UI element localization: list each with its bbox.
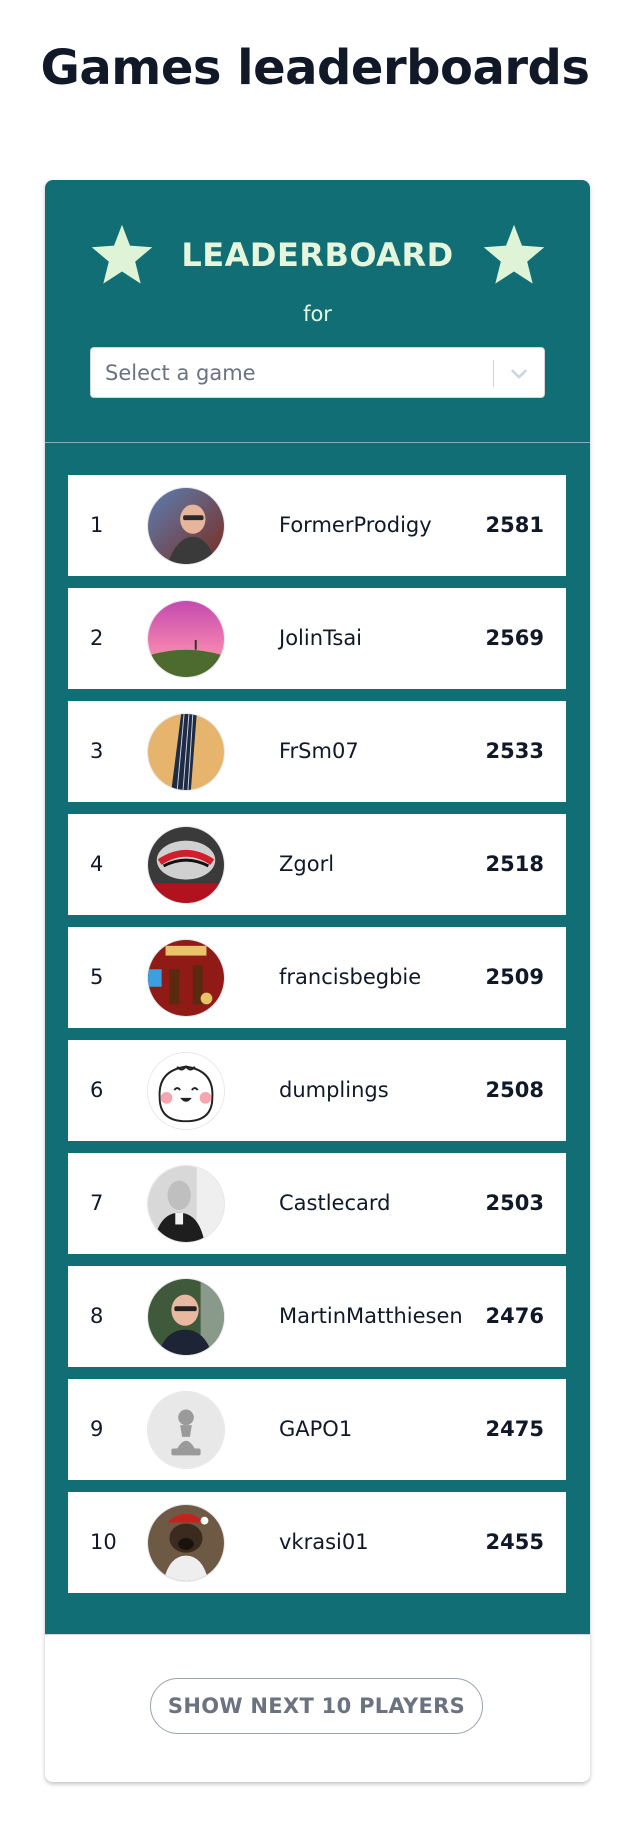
- for-label: for: [303, 302, 332, 326]
- username[interactable]: GAPO1: [279, 1417, 352, 1441]
- score: 2509: [485, 965, 544, 989]
- username[interactable]: Zgorl: [279, 852, 334, 876]
- username[interactable]: dumplings: [279, 1078, 389, 1102]
- avatar: [147, 600, 225, 678]
- game-select-placeholder: Select a game: [105, 361, 256, 385]
- score: 2533: [485, 739, 544, 763]
- username[interactable]: JolinTsai: [279, 626, 362, 650]
- username[interactable]: vkrasi01: [279, 1530, 369, 1554]
- rank: 6: [90, 1078, 104, 1102]
- score: 2508: [485, 1078, 544, 1102]
- player-row[interactable]: 5 francisbegbie 2509: [68, 927, 566, 1028]
- username[interactable]: Castlecard: [279, 1191, 390, 1215]
- select-separator: [493, 360, 494, 387]
- player-row[interactable]: 8 MartinMatthiesen 2476: [68, 1266, 566, 1367]
- score: 2476: [485, 1304, 544, 1328]
- avatar: [147, 1504, 225, 1582]
- score: 2503: [485, 1191, 544, 1215]
- leaderboard-header: LEADERBOARD for Select a game: [45, 180, 590, 442]
- avatar: [147, 1278, 225, 1356]
- avatar: [147, 1391, 225, 1469]
- leaderboard-footer: SHOW NEXT 10 PLAYERS: [45, 1634, 590, 1782]
- game-select[interactable]: Select a game: [90, 347, 545, 398]
- star-icon: [481, 222, 547, 288]
- rank: 7: [90, 1191, 104, 1215]
- username[interactable]: FrSm07: [279, 739, 359, 763]
- score: 2455: [485, 1530, 544, 1554]
- avatar: [147, 713, 225, 791]
- show-next-players-button[interactable]: SHOW NEXT 10 PLAYERS: [150, 1678, 483, 1734]
- player-row[interactable]: 2 JolinTsai 2569: [68, 588, 566, 689]
- player-row[interactable]: 7 Castlecard 2503: [68, 1153, 566, 1254]
- page-title: Games leaderboards: [40, 40, 590, 96]
- player-list: 1 FormerProdigy 2581 2 JolinTsai 2569 3 …: [45, 443, 590, 1634]
- rank: 9: [90, 1417, 104, 1441]
- score: 2581: [485, 513, 544, 537]
- avatar: [147, 939, 225, 1017]
- avatar: [147, 1165, 225, 1243]
- rank: 8: [90, 1304, 104, 1328]
- username[interactable]: FormerProdigy: [279, 513, 432, 537]
- score: 2569: [485, 626, 544, 650]
- rank: 5: [90, 965, 104, 989]
- player-row[interactable]: 1 FormerProdigy 2581: [68, 475, 566, 576]
- player-row[interactable]: 9 GAPO1 2475: [68, 1379, 566, 1480]
- player-row[interactable]: 3 FrSm07 2533: [68, 701, 566, 802]
- username[interactable]: francisbegbie: [279, 965, 421, 989]
- rank: 2: [90, 626, 104, 650]
- player-row[interactable]: 10 vkrasi01 2455: [68, 1492, 566, 1593]
- avatar: [147, 826, 225, 904]
- player-row[interactable]: 6 dumplings 2508: [68, 1040, 566, 1141]
- rank: 10: [90, 1530, 117, 1554]
- rank: 4: [90, 852, 104, 876]
- score: 2518: [485, 852, 544, 876]
- chevron-down-icon[interactable]: [506, 361, 532, 387]
- avatar: [147, 1052, 225, 1130]
- username[interactable]: MartinMatthiesen: [279, 1304, 463, 1328]
- score: 2475: [485, 1417, 544, 1441]
- rank: 1: [90, 513, 104, 537]
- leaderboard-card: LEADERBOARD for Select a game 1 FormerPr…: [45, 180, 590, 1782]
- rank: 3: [90, 739, 104, 763]
- avatar: [147, 487, 225, 565]
- player-row[interactable]: 4 Zgorl 2518: [68, 814, 566, 915]
